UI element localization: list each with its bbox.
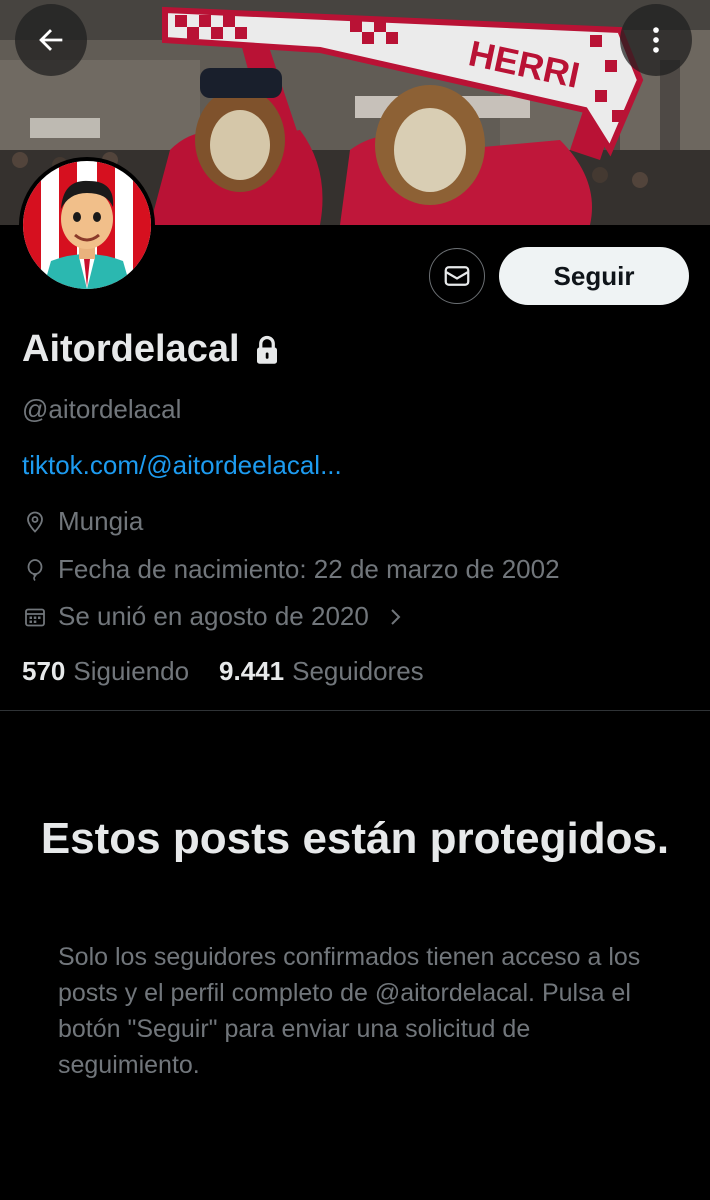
following-label: Siguiendo <box>73 656 190 686</box>
location-text: Mungia <box>58 506 144 536</box>
more-vertical-icon <box>653 27 659 53</box>
lock-icon <box>254 335 280 365</box>
joined-row[interactable]: Se unió en agosto de 2020 <box>22 601 405 632</box>
followers-label: Seguidores <box>292 656 424 686</box>
avatar-image <box>23 161 151 289</box>
display-name-row: Aitordelacal <box>22 328 280 371</box>
protected-description: Solo los seguidores confirmados tienen a… <box>58 943 641 1079</box>
location-row: Mungia <box>22 506 143 537</box>
chevron-right-icon <box>387 606 405 628</box>
protected-title: Estos posts están protegidos. <box>40 814 670 863</box>
arrow-left-icon <box>39 29 63 51</box>
envelope-icon <box>444 266 470 286</box>
handle: @aitordelacal <box>22 394 182 424</box>
back-button[interactable] <box>15 4 87 76</box>
profile-avatar[interactable] <box>19 157 155 293</box>
followers-count: 9.441 <box>219 656 285 686</box>
display-name: Aitordelacal <box>22 328 240 370</box>
location-pin-icon <box>22 509 48 535</box>
message-button[interactable] <box>429 248 485 304</box>
following-count: 570 <box>22 656 66 686</box>
followers-link[interactable]: 9.441 Seguidores <box>219 656 424 687</box>
calendar-icon <box>22 604 48 630</box>
joined-text: Se unió en agosto de 2020 <box>58 601 369 631</box>
balloon-icon <box>22 557 48 583</box>
more-options-button[interactable] <box>620 4 692 76</box>
profile-website-link[interactable]: tiktok.com/@aitordeelacal... <box>22 450 342 481</box>
following-link[interactable]: 570 Siguiendo <box>22 656 189 687</box>
follow-button[interactable]: Seguir <box>499 247 689 305</box>
birthdate-row: Fecha de nacimiento: 22 de marzo de 2002 <box>22 554 560 585</box>
follow-stats: 570 Siguiendo 9.441 Seguidores <box>22 656 424 687</box>
birthdate-text: Fecha de nacimiento: 22 de marzo de 2002 <box>58 554 560 584</box>
section-divider <box>0 710 710 711</box>
